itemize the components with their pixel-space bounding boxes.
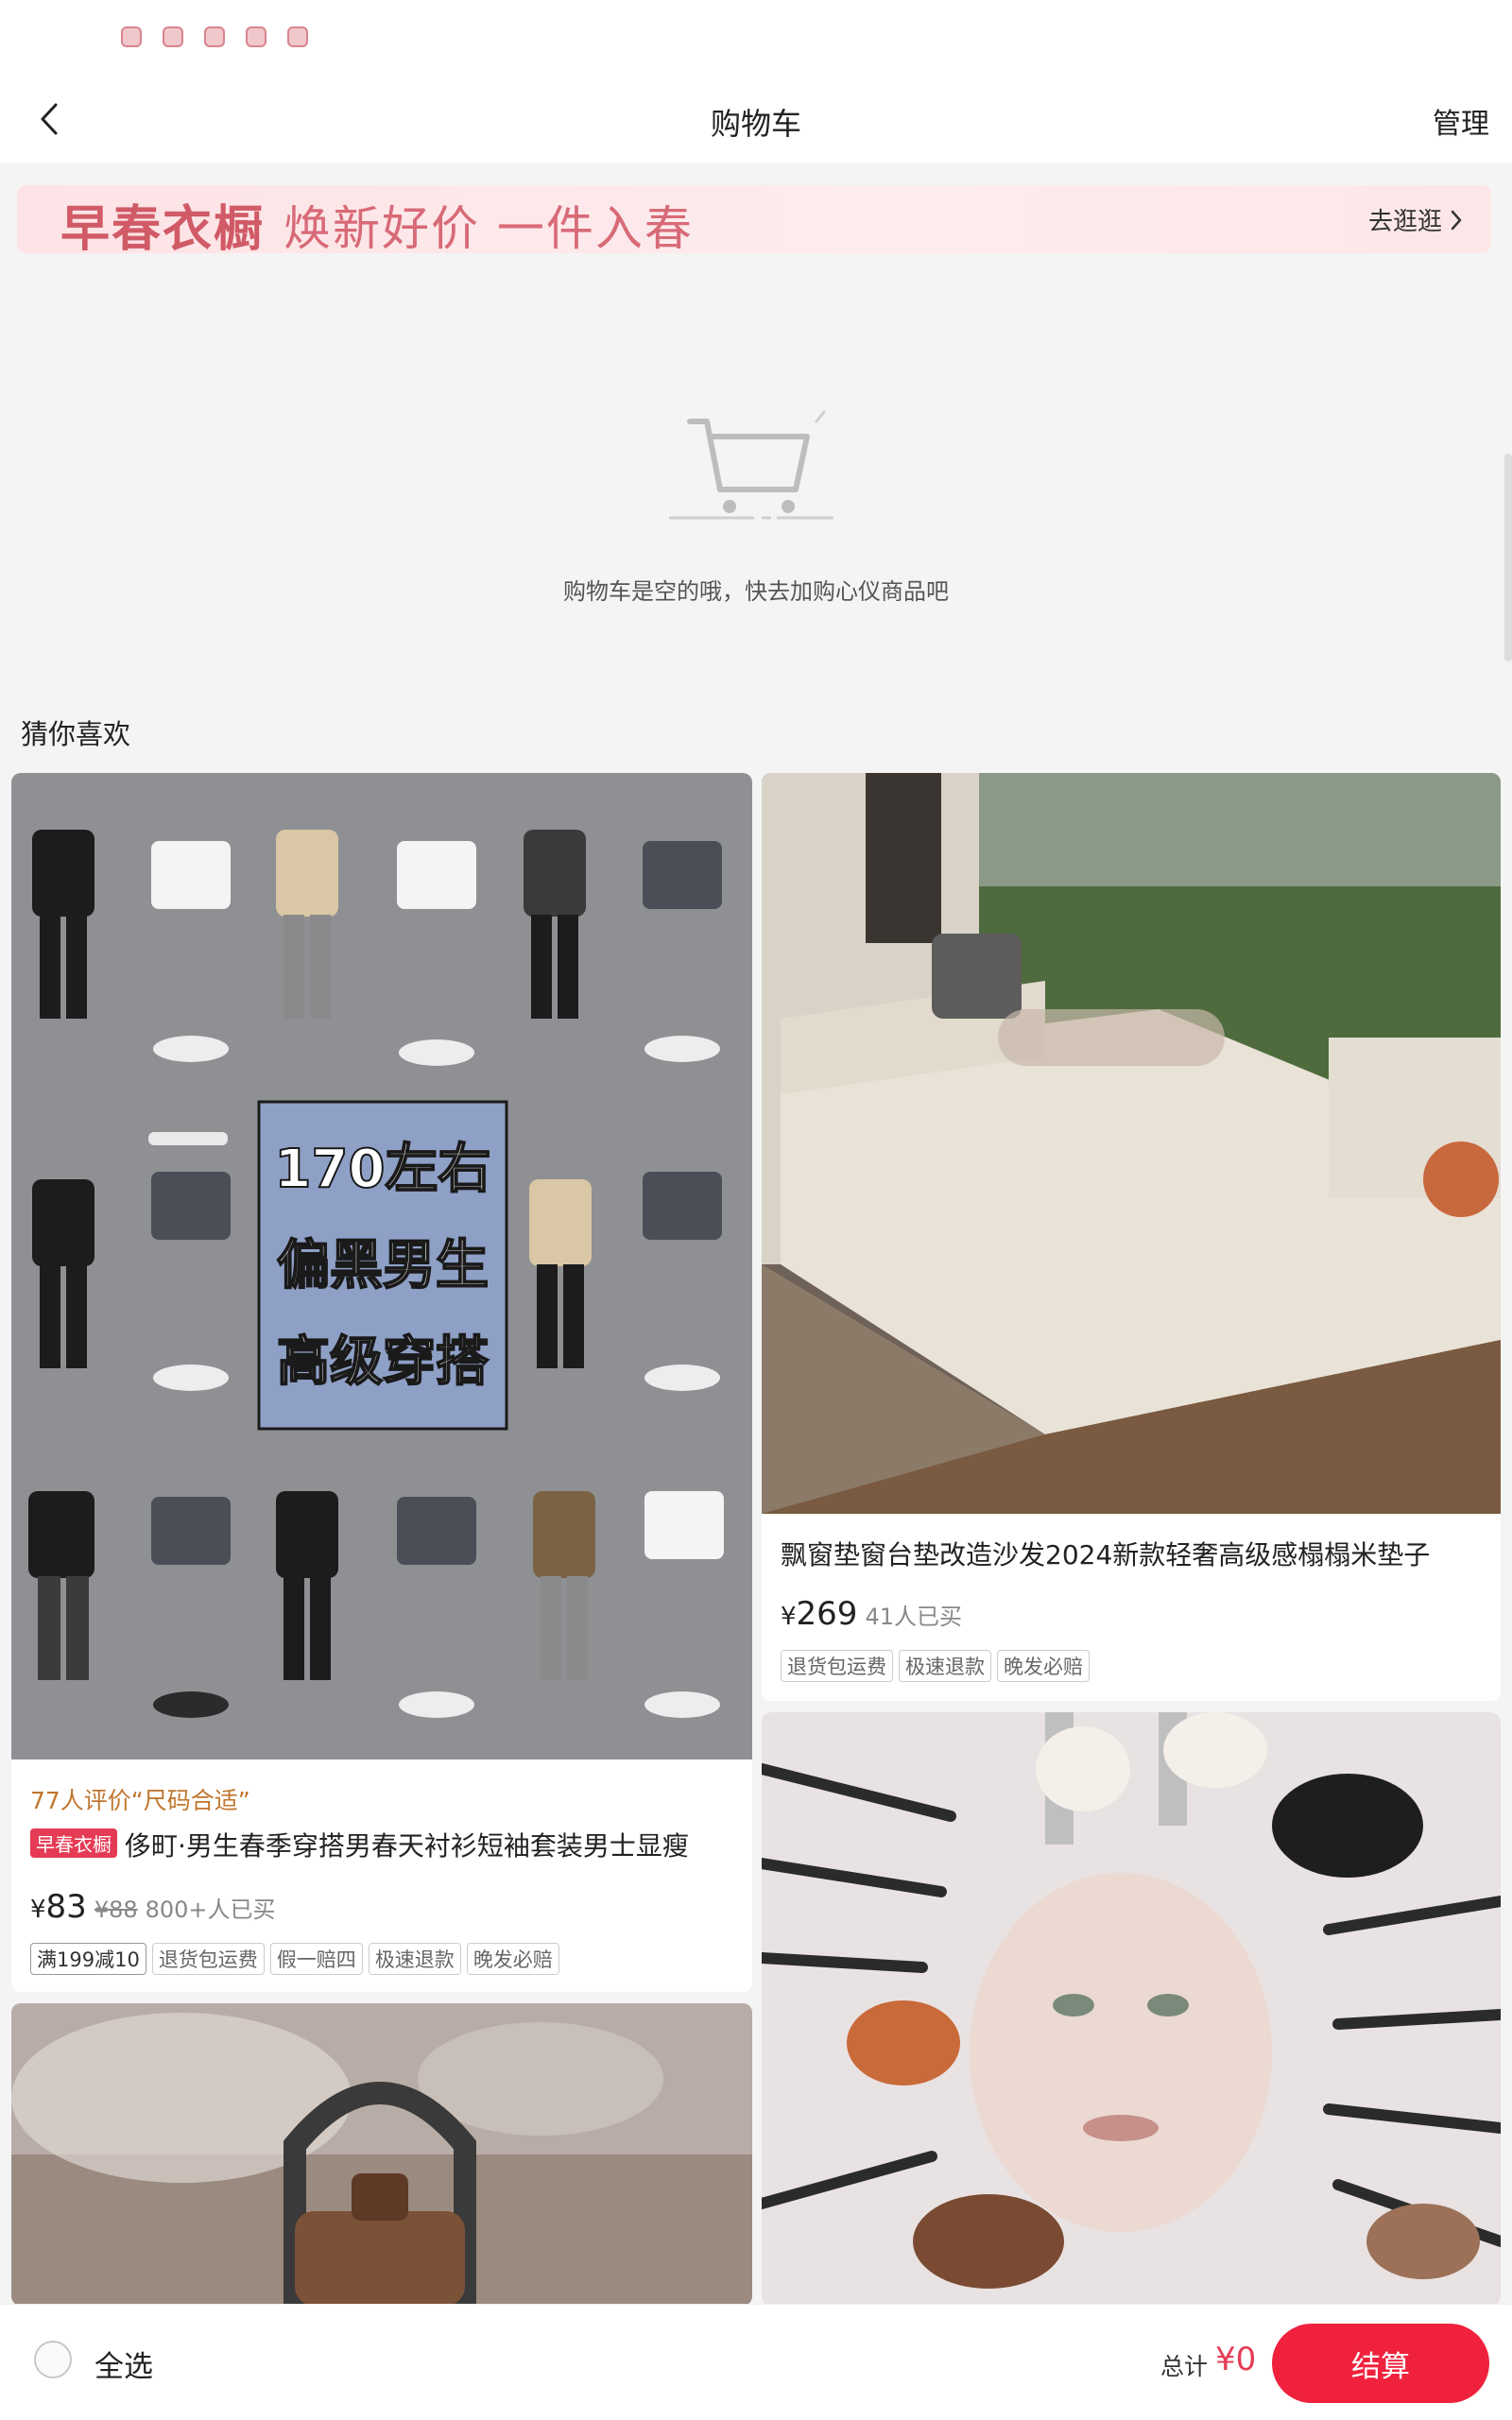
checkout-bar: 全选 总计 ¥0 结算 bbox=[0, 2304, 1512, 2420]
product-tag: 退货包运费 bbox=[781, 1650, 893, 1682]
product-tag: 极速退款 bbox=[368, 1943, 461, 1975]
buyer-count: 800+人已买 bbox=[145, 1897, 276, 1923]
empty-cart: 购物车是空的哦，快去加购心仪商品吧 bbox=[0, 387, 1512, 614]
currency-symbol: ¥ bbox=[781, 1603, 797, 1631]
checkout-button[interactable]: 结算 bbox=[1272, 2324, 1489, 2403]
product-image: 170左右 偏黑男生 高级穿搭 bbox=[11, 773, 752, 1759]
total-amount: ¥0 bbox=[1215, 2341, 1257, 2378]
product-title-row: 早春衣橱 侈町·男生春季穿搭男春天衬衫短袖套装男士显瘦 bbox=[30, 1826, 689, 1863]
promo-link-label: 去逛逛 bbox=[1367, 208, 1442, 236]
product-image bbox=[11, 2003, 752, 2306]
status-bar bbox=[0, 0, 1512, 76]
currency-symbol: ¥ bbox=[30, 1896, 46, 1924]
app-notification-icon bbox=[246, 26, 266, 47]
empty-cart-icon bbox=[669, 410, 839, 520]
notification-icons bbox=[121, 26, 308, 47]
promo-banner[interactable]: 早春衣橱 焕新好价 一件入春 去逛逛 bbox=[17, 185, 1491, 258]
product-image bbox=[762, 1712, 1501, 2306]
scrollbar-thumb[interactable] bbox=[1504, 454, 1512, 661]
product-tag: 晚发必赔 bbox=[997, 1650, 1090, 1682]
product-tag: 满199减10 bbox=[30, 1943, 146, 1975]
promo-slogan: 焕新好价 一件入春 bbox=[284, 201, 694, 256]
teapot-image bbox=[11, 2003, 752, 2306]
window-sofa-image bbox=[762, 773, 1501, 1514]
promo-title: 早春衣橱 bbox=[60, 201, 266, 258]
nav-bar: 购物车 管理 bbox=[0, 76, 1512, 163]
product-tag: 极速退款 bbox=[899, 1650, 991, 1682]
product-tags: 退货包运费 极速退款 晚发必赔 bbox=[781, 1650, 1090, 1682]
product-tag: 晚发必赔 bbox=[466, 1943, 559, 1975]
product-tag: 假一赔四 bbox=[269, 1943, 363, 1975]
select-all-checkbox[interactable] bbox=[34, 2341, 72, 2378]
product-price: 83 bbox=[45, 1888, 87, 1926]
empty-cart-message: 购物车是空的哦，快去加购心仪商品吧 bbox=[563, 578, 949, 605]
product-card[interactable] bbox=[762, 1712, 1501, 2306]
product-price: 269 bbox=[796, 1595, 858, 1633]
image-caption-line-1: 170左右 bbox=[275, 1139, 491, 1200]
product-price-row: ¥83 ¥88 800+人已买 bbox=[30, 1888, 276, 1926]
product-image bbox=[762, 773, 1501, 1514]
product-tag: 退货包运费 bbox=[151, 1943, 265, 1975]
total-label: 总计 bbox=[1160, 2353, 1209, 2380]
recommend-section-title: 猜你喜欢 bbox=[21, 718, 131, 750]
original-price: ¥88 bbox=[94, 1897, 138, 1923]
product-card[interactable] bbox=[11, 2003, 752, 2306]
product-card[interactable]: 170左右 偏黑男生 高级穿搭 77人评价“尺码合适” 早春衣橱 侈町·男生春季穿… bbox=[11, 773, 752, 1992]
app-notification-icon bbox=[287, 26, 308, 47]
image-caption-line-3: 高级穿搭 bbox=[277, 1331, 489, 1393]
outfit-collage-image: 170左右 偏黑男生 高级穿搭 bbox=[28, 830, 724, 1718]
page-title: 购物车 bbox=[710, 106, 801, 142]
product-title: 飘窗垫窗台垫改造沙发2024新款轻奢高级感榻榻米垫子 bbox=[781, 1539, 1431, 1570]
buyer-count: 41人已买 bbox=[865, 1604, 962, 1630]
manage-button[interactable]: 管理 bbox=[1433, 100, 1489, 142]
select-all-label[interactable]: 全选 bbox=[94, 2343, 153, 2385]
product-card[interactable]: 飘窗垫窗台垫改造沙发2024新款轻奢高级感榻榻米垫子 ¥269 41人已买 退货包… bbox=[762, 773, 1501, 1701]
product-price-row: ¥269 41人已买 bbox=[781, 1595, 962, 1633]
app-notification-icon bbox=[163, 26, 183, 47]
product-tags: 满199减10 退货包运费 假一赔四 极速退款 晚发必赔 bbox=[30, 1943, 559, 1975]
image-caption-line-2: 偏黑男生 bbox=[277, 1235, 489, 1296]
makeup-brushes-image bbox=[762, 1712, 1501, 2306]
promo-tag: 早春衣橱 bbox=[30, 1828, 117, 1858]
chevron-right-icon bbox=[1451, 210, 1462, 230]
product-review: 77人评价“尺码合适” bbox=[30, 1787, 250, 1814]
promo-link[interactable]: 去逛逛 bbox=[1368, 202, 1463, 237]
app-notification-icon bbox=[204, 26, 225, 47]
app-notification-icon bbox=[121, 26, 142, 47]
product-title: 侈町·男生春季穿搭男春天衬衫短袖套装男士显瘦 bbox=[125, 1830, 689, 1862]
